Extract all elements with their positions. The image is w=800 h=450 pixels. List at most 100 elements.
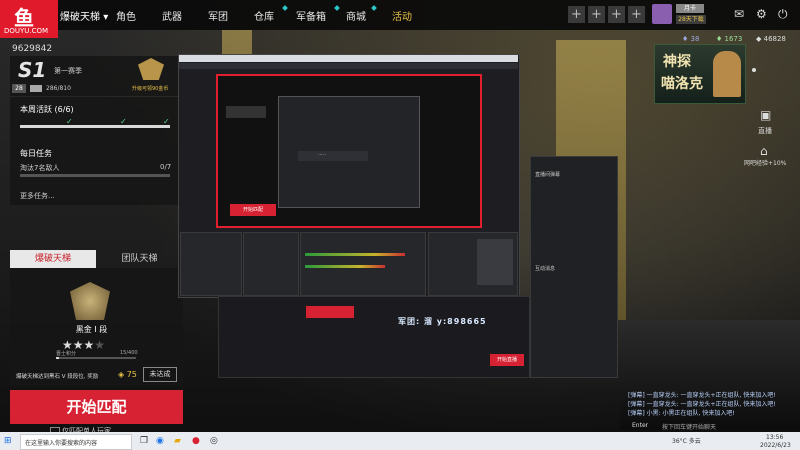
rank-points-bar (56, 357, 136, 359)
chat-line: [弹幕] 一直穿龙头: 一直穿龙头+正在组队, 快来加入吧! (628, 401, 776, 408)
gift-panel-title: 互动消息 (535, 266, 556, 272)
preview-season-card (226, 106, 266, 118)
check-icon: ✓ (66, 117, 73, 126)
reward-status-badge: 未达成 (143, 367, 177, 382)
nav-events[interactable]: 活动 (392, 8, 412, 23)
rank-points-label: 晋士积分 (56, 351, 77, 357)
season-card[interactable]: S1 第一赛季 28 286/810 升级可领90金币 (10, 56, 183, 96)
rank-points: 15/400 (120, 350, 138, 356)
obs-preview: ····· 开始匹配 (216, 74, 482, 228)
season-label: 第一赛季 (54, 67, 82, 75)
chat-line: [弹幕] 小黑: 小黑正在组队, 快来加入吧! (628, 410, 735, 417)
nav-shop[interactable]: 商城 (346, 8, 366, 23)
broadcast-icon[interactable]: ▣ (760, 108, 771, 122)
cafe-icon[interactable]: ⌂ (760, 144, 768, 158)
clock-date: 2022/6/23 (760, 442, 791, 449)
obs-taskbar-icon[interactable]: ◎ (210, 436, 218, 446)
star-empty-icon: ★ (94, 338, 106, 352)
chat-input[interactable]: 按下回车键开始聊天 (662, 422, 716, 431)
start-match-button[interactable]: 开始匹配 (10, 390, 183, 424)
nav-legion[interactable]: 军团 (208, 8, 228, 23)
audio-mixer-dock[interactable] (300, 232, 426, 296)
nav-supply-box[interactable]: 军备箱 (296, 8, 326, 23)
weather-text: 36°C 多云 (672, 438, 701, 445)
tab-team-ladder[interactable]: 团队天梯 (96, 250, 183, 268)
season-badge: S1 (18, 58, 47, 82)
clock-time: 13:56 (766, 434, 784, 441)
obs-title-bar (179, 55, 518, 62)
controls-buttons[interactable] (477, 239, 513, 285)
season-exp: 286/810 (46, 85, 71, 92)
add-slot-button[interactable]: + (588, 6, 605, 23)
ladder-dropdown[interactable]: 爆破天梯 ▾ (60, 8, 108, 23)
logo-text: DOUYU.COM (4, 27, 49, 35)
cafe-bonus-label[interactable]: 网吧经验+10% (744, 158, 786, 167)
search-placeholder: 在这里输入你要搜索的内容 (25, 440, 98, 447)
currency-1: ♦ 38 (682, 35, 700, 43)
taskbar-search-box[interactable]: 在这里输入你要搜索的内容 (20, 434, 132, 450)
mixer-level-2 (305, 265, 385, 268)
days-badge: 28天下载 (676, 15, 706, 24)
ad-title-line2: 喵洛克 (661, 76, 703, 92)
check-icon: ✓ (163, 117, 170, 126)
season-upgrade-note: 升级可领90金币 (132, 86, 169, 92)
exp-icon (30, 85, 42, 92)
nested-dialog-text: ····· (318, 152, 326, 158)
season-level: 28 (12, 84, 26, 93)
mixer-level-1 (305, 253, 405, 256)
windows-start-icon[interactable]: ⊞ (4, 436, 12, 446)
chat-panel-title: 直播间弹幕 (535, 172, 561, 178)
settings-icon[interactable]: ⚙ (756, 7, 767, 21)
preview-start-button: 开始匹配 (230, 204, 276, 216)
live-chat-window: 直播间弹幕 互动消息 (530, 156, 618, 378)
monthly-card-badge[interactable]: 月卡 (676, 4, 704, 13)
sources-dock[interactable] (243, 232, 299, 296)
task-view-icon[interactable]: ❐ (140, 436, 148, 446)
stream-tool-panel (218, 296, 530, 378)
power-icon[interactable]: ⏻ (778, 7, 788, 22)
mail-icon[interactable]: ✉ (734, 7, 744, 21)
add-slot-button[interactable]: + (628, 6, 645, 23)
chat-line: [弹幕] 一直穿龙头: 一直穿龙头+正在组队, 快来加入吧! (628, 392, 776, 399)
start-stream-button[interactable]: 开始直播 (490, 354, 524, 366)
scenes-dock[interactable] (180, 232, 242, 296)
check-icon: ✓ (120, 117, 127, 126)
chevron-down-icon: ▾ (103, 12, 109, 23)
nav-warehouse[interactable]: 仓库 (254, 8, 274, 23)
broadcast-label[interactable]: 直播 (758, 126, 772, 136)
folder-icon[interactable]: ▰ (174, 436, 181, 446)
more-tasks-link[interactable]: 更多任务... (20, 191, 55, 201)
daily-task-bar (20, 174, 170, 177)
obs-menu-bar (179, 63, 518, 69)
add-slot-button[interactable]: + (568, 6, 585, 23)
nav-weapons[interactable]: 武器 (162, 8, 182, 23)
douyu-taskbar-icon[interactable]: ● (192, 436, 200, 446)
edge-icon[interactable]: ◉ (156, 436, 164, 446)
douyu-logo: 鱼 DOUYU.COM (0, 0, 58, 38)
chat-enter-label: Enter (632, 422, 649, 429)
carousel-dot[interactable] (752, 68, 756, 72)
reward-coin: ◈ 75 (118, 370, 137, 379)
nested-dialog (298, 151, 368, 161)
chat-feed: [弹幕] 一直穿龙头: 一直穿龙头+正在组队, 快来加入吧! [弹幕] 一直穿龙… (628, 390, 798, 417)
controls-dock[interactable] (428, 232, 518, 296)
star-filled-icon: ★ (83, 338, 95, 352)
ladder-label: 爆破天梯 (60, 12, 100, 23)
weekly-progress (20, 125, 170, 128)
daily-task-progress: 0/7 (160, 163, 172, 171)
season-rank-icon (138, 58, 164, 80)
daily-task-name: 淘汰7名敌人 (20, 164, 60, 172)
stream-preview-thumb (306, 306, 354, 318)
nav-role[interactable]: 角色 (116, 8, 136, 23)
ad-title-line1: 神探 (663, 54, 691, 70)
currency-2: ♦ 1673 (716, 35, 743, 43)
avatar[interactable] (652, 4, 672, 24)
legion-overlay-text: 军团: 溜 y:898665 (398, 317, 487, 326)
cat-detective-icon (713, 51, 741, 97)
add-slot-button[interactable]: + (608, 6, 625, 23)
room-id: 9629842 (12, 44, 53, 54)
event-ad-banner[interactable]: 神探 喵洛克 (654, 44, 746, 104)
rank-reward-note: 爆破天梯达到黑石 V 段段位, 奖励 (16, 374, 99, 380)
daily-task-title: 每日任务 (20, 149, 52, 158)
tab-bomb-ladder[interactable]: 爆破天梯 (10, 250, 96, 268)
